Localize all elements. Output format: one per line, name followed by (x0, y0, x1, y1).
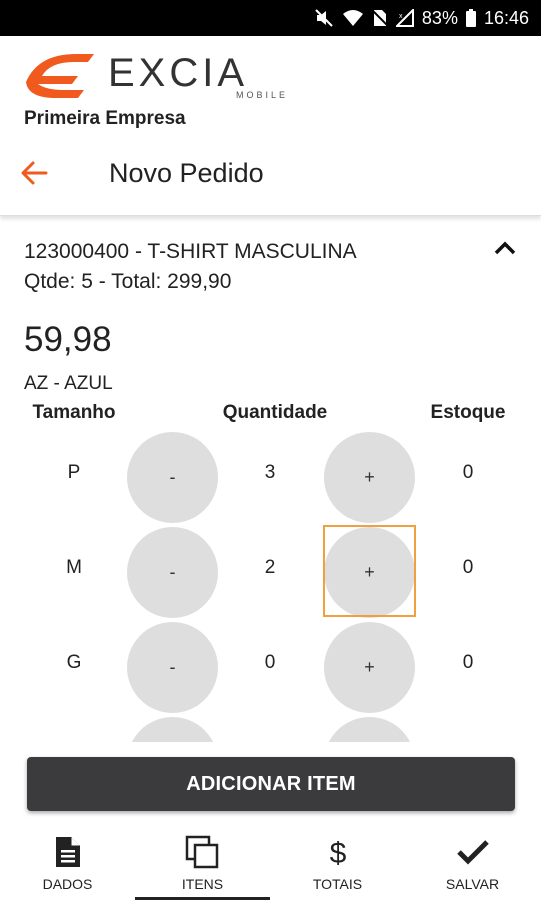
quantity-value: 2 (264, 557, 276, 578)
tab-label: ITENS (181, 876, 224, 892)
decrement-button[interactable]: - (127, 432, 218, 523)
size-grid: P - 3 + 0 M - 2 + 0 G - 0 + 0 (0, 430, 541, 742)
status-bar: x 83% 16:46 (0, 0, 541, 36)
size-row: G - 0 + 0 (0, 620, 541, 715)
copy-icon (135, 834, 270, 870)
decrement-button[interactable]: - (127, 622, 218, 713)
clock: 16:46 (483, 7, 529, 28)
increment-button[interactable]: + (324, 622, 415, 713)
header-stock: Estoque (430, 402, 506, 423)
size-label: M (66, 557, 82, 578)
check-icon (405, 834, 540, 870)
chevron-up-icon (492, 241, 518, 262)
tab-salvar[interactable]: SALVAR (405, 826, 540, 900)
tab-label: SALVAR (445, 876, 500, 892)
back-button[interactable] (20, 160, 60, 190)
dollar-icon: $ (270, 834, 405, 870)
document-icon (0, 834, 135, 870)
increment-button[interactable] (324, 717, 415, 742)
stock-value: 0 (462, 462, 474, 483)
wifi-icon (342, 9, 364, 27)
battery-percent: 83% (421, 7, 458, 28)
size-row (0, 715, 541, 742)
size-row: M - 2 + 0 (0, 525, 541, 620)
header-quantity: Quantidade (222, 402, 328, 423)
signal-icon: x (395, 9, 414, 27)
size-label: P (67, 462, 81, 483)
decrement-button[interactable]: - (127, 527, 218, 618)
product-summary: Qtde: 5 - Total: 299,90 (24, 270, 232, 293)
decrement-button[interactable] (127, 717, 218, 742)
product-price: 59,98 (24, 320, 112, 359)
mute-icon (314, 9, 334, 27)
size-row: P - 3 + 0 (0, 430, 541, 525)
app-bar: Novo Pedido (0, 146, 541, 216)
bottom-navigation: DADOS ITENS $ TOTAIS SALVAR (0, 826, 541, 900)
company-name: Primeira Empresa (24, 108, 186, 129)
quantity-value: 3 (264, 462, 276, 483)
collapse-button[interactable] (492, 238, 520, 262)
svg-text:$: $ (329, 837, 346, 869)
add-item-button[interactable]: ADICIONAR ITEM (27, 757, 515, 811)
battery-icon (465, 9, 476, 27)
tab-itens[interactable]: ITENS (135, 826, 270, 900)
tab-dados[interactable]: DADOS (0, 826, 135, 900)
tab-totais[interactable]: $ TOTAIS (270, 826, 405, 900)
excia-logo: EXCIA MOBILE (24, 48, 324, 100)
size-label: G (66, 652, 82, 673)
page-title: Novo Pedido (109, 158, 264, 188)
stock-value: 0 (462, 652, 474, 673)
tab-label: TOTAIS (312, 876, 363, 892)
stock-value: 0 (462, 557, 474, 578)
screen: x 83% 16:46 EXCIA MOBILE Primeira Empres… (0, 0, 541, 900)
header-size: Tamanho (32, 402, 116, 423)
svg-text:MOBILE: MOBILE (236, 90, 288, 100)
product-title: 123000400 - T-SHIRT MASCULINA (24, 240, 357, 263)
arrow-left-icon (20, 160, 50, 191)
quantity-value: 0 (264, 652, 276, 673)
product-color: AZ - AZUL (24, 373, 113, 394)
svg-text:EXCIA: EXCIA (108, 51, 248, 95)
focus-highlight (323, 525, 416, 617)
svg-text:x: x (399, 13, 403, 20)
increment-button[interactable]: + (324, 432, 415, 523)
tab-label: DADOS (42, 876, 93, 892)
no-sim-icon (371, 9, 388, 27)
